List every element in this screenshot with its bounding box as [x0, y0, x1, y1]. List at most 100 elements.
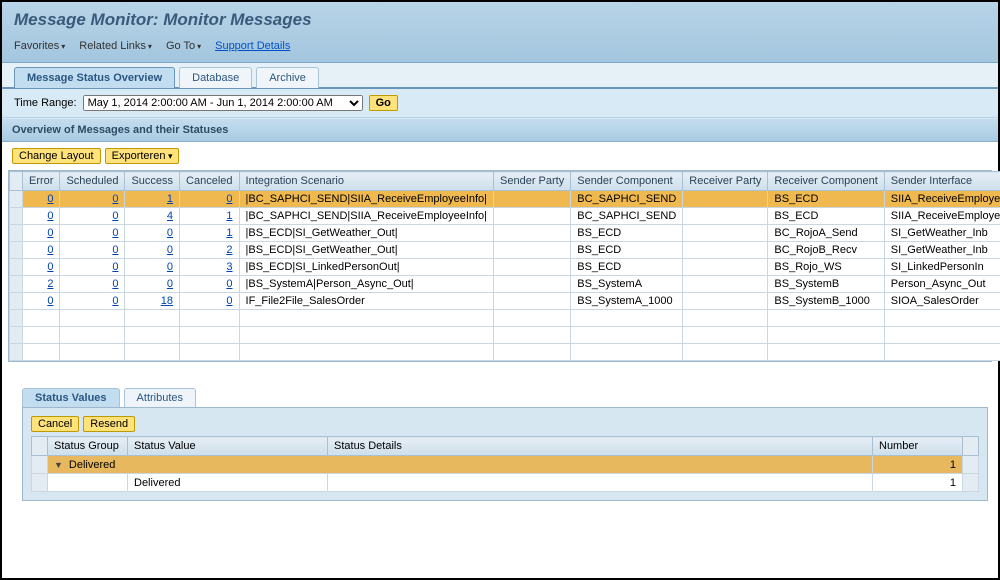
status-group-row[interactable]: Delivered 1: [32, 456, 979, 474]
canceled-count[interactable]: 0: [226, 193, 232, 205]
row-selector[interactable]: [10, 293, 23, 310]
success-count[interactable]: 0: [167, 244, 173, 256]
col-integration-scenario[interactable]: Integration Scenario: [239, 172, 494, 191]
nav-support-details[interactable]: Support Details: [215, 40, 290, 52]
nav-favorites[interactable]: Favorites: [14, 40, 65, 52]
success-count[interactable]: 18: [161, 295, 173, 307]
status-col-number[interactable]: Number: [873, 437, 963, 456]
nav-related-links[interactable]: Related Links: [79, 40, 152, 52]
canceled-count[interactable]: 0: [226, 295, 232, 307]
sender-component-cell: BS_ECD: [571, 242, 683, 259]
receiver-component-cell: BC_RojoA_Send: [768, 225, 884, 242]
tab-archive[interactable]: Archive: [256, 67, 319, 88]
col-selector: [10, 172, 23, 191]
col-success[interactable]: Success: [125, 172, 180, 191]
canceled-count[interactable]: 1: [226, 227, 232, 239]
status-group-number[interactable]: 1: [950, 459, 956, 471]
status-toolbar: Cancel Resend: [31, 416, 979, 432]
row-selector[interactable]: [10, 259, 23, 276]
tab-attributes[interactable]: Attributes: [124, 388, 196, 407]
canceled-count[interactable]: 3: [226, 261, 232, 273]
exporteren-button[interactable]: Exporteren: [105, 148, 180, 164]
sender-interface-cell: Person_Async_Out: [884, 276, 1000, 293]
col-canceled[interactable]: Canceled: [180, 172, 239, 191]
error-count[interactable]: 0: [47, 261, 53, 273]
scheduled-count[interactable]: 0: [112, 244, 118, 256]
success-count[interactable]: 0: [167, 227, 173, 239]
receiver-component-cell: BS_SystemB_1000: [768, 293, 884, 310]
error-count[interactable]: 0: [47, 295, 53, 307]
integration-scenario-cell: |BS_ECD|SI_LinkedPersonOut|: [239, 259, 494, 276]
scheduled-count[interactable]: 0: [112, 227, 118, 239]
collapse-icon[interactable]: [54, 459, 69, 471]
col-sender-party[interactable]: Sender Party: [494, 172, 571, 191]
row-selector[interactable]: [10, 191, 23, 208]
integration-scenario-cell: |BC_SAPHCI_SEND|SIIA_ReceiveEmployeeInfo…: [239, 208, 494, 225]
filter-bar: Time Range: May 1, 2014 2:00:00 AM - Jun…: [2, 89, 998, 118]
error-count[interactable]: 0: [47, 210, 53, 222]
error-count[interactable]: 0: [47, 193, 53, 205]
time-range-select[interactable]: May 1, 2014 2:00:00 AM - Jun 1, 2014 2:0…: [83, 95, 363, 111]
nav-go-to[interactable]: Go To: [166, 40, 201, 52]
cancel-button[interactable]: Cancel: [31, 416, 79, 432]
tab-status-values[interactable]: Status Values: [22, 388, 120, 407]
receiver-party-cell: [683, 225, 768, 242]
status-col-selector: [32, 437, 48, 456]
row-selector[interactable]: [10, 225, 23, 242]
resend-button[interactable]: Resend: [83, 416, 135, 432]
sender-component-cell: BS_ECD: [571, 259, 683, 276]
col-sender-component[interactable]: Sender Component: [571, 172, 683, 191]
receiver-component-cell: BS_SystemB: [768, 276, 884, 293]
table-row[interactable]: 00180IF_File2File_SalesOrderBS_SystemA_1…: [10, 293, 1000, 310]
integration-scenario-cell: |BS_SystemA|Person_Async_Out|: [239, 276, 494, 293]
status-col-group[interactable]: Status Group: [48, 437, 128, 456]
go-button[interactable]: Go: [369, 95, 398, 111]
error-count[interactable]: 2: [47, 278, 53, 290]
col-error[interactable]: Error: [23, 172, 60, 191]
error-count[interactable]: 0: [47, 227, 53, 239]
change-layout-button[interactable]: Change Layout: [12, 148, 101, 164]
scheduled-count[interactable]: 0: [112, 193, 118, 205]
scheduled-count[interactable]: 0: [112, 295, 118, 307]
table-row[interactable]: 2 0 0 0 |BS_SystemA|Person_Async_Out| BS_Syst…: [10, 276, 1000, 293]
table-row[interactable]: 0001|BS_ECD|SI_GetWeather_Out|BS_ECDBC_R…: [10, 225, 1000, 242]
sender-party-cell: [494, 293, 571, 310]
sender-interface-cell: SI_GetWeather_Inb: [884, 242, 1000, 259]
table-row[interactable]: 0 0 4 1 |BC_SAPHCI_SEND|SIIA_ReceiveEmployee…: [10, 208, 1000, 225]
canceled-count[interactable]: 2: [226, 244, 232, 256]
success-count[interactable]: 4: [167, 210, 173, 222]
col-receiver-component[interactable]: Receiver Component: [768, 172, 884, 191]
row-selector[interactable]: [10, 208, 23, 225]
status-col-value[interactable]: Status Value: [128, 437, 328, 456]
error-count[interactable]: 0: [47, 244, 53, 256]
status-detail-row[interactable]: Delivered 1: [32, 474, 979, 492]
table-row[interactable]: 0002|BS_ECD|SI_GetWeather_Out|BS_ECDBC_R…: [10, 242, 1000, 259]
col-scheduled[interactable]: Scheduled: [60, 172, 125, 191]
canceled-count[interactable]: 0: [226, 278, 232, 290]
status-detail-number[interactable]: 1: [950, 477, 956, 489]
tab-database[interactable]: Database: [179, 67, 252, 88]
success-count[interactable]: 1: [167, 193, 173, 205]
sender-party-cell: [494, 208, 571, 225]
scheduled-count[interactable]: 0: [112, 261, 118, 273]
status-values-panel: Cancel Resend Status Group Status Value …: [22, 407, 988, 501]
status-col-details[interactable]: Status Details: [328, 437, 873, 456]
row-selector[interactable]: [10, 276, 23, 293]
success-count[interactable]: 0: [167, 278, 173, 290]
table-row[interactable]: 0003|BS_ECD|SI_LinkedPersonOut|BS_ECDBS_…: [10, 259, 1000, 276]
main-tab-row: Message Status Overview Database Archive: [2, 63, 998, 89]
scheduled-count[interactable]: 0: [112, 210, 118, 222]
col-receiver-party[interactable]: Receiver Party: [683, 172, 768, 191]
success-count[interactable]: 0: [167, 261, 173, 273]
table-row[interactable]: 0 0 1 0 |BC_SAPHCI_SEND|SIIA_ReceiveEmployee…: [10, 191, 1000, 208]
integration-scenario-cell: |BS_ECD|SI_GetWeather_Out|: [239, 225, 494, 242]
canceled-count[interactable]: 1: [226, 210, 232, 222]
tab-message-status-overview[interactable]: Message Status Overview: [14, 67, 175, 88]
receiver-party-cell: [683, 276, 768, 293]
sender-interface-cell: SI_LinkedPersonIn: [884, 259, 1000, 276]
header-band: Message Monitor: Monitor Messages Favori…: [2, 2, 998, 63]
row-selector[interactable]: [10, 242, 23, 259]
col-sender-interface[interactable]: Sender Interface: [884, 172, 1000, 191]
scheduled-count[interactable]: 0: [112, 278, 118, 290]
integration-scenario-cell: |BC_SAPHCI_SEND|SIIA_ReceiveEmployeeInfo…: [239, 191, 494, 208]
